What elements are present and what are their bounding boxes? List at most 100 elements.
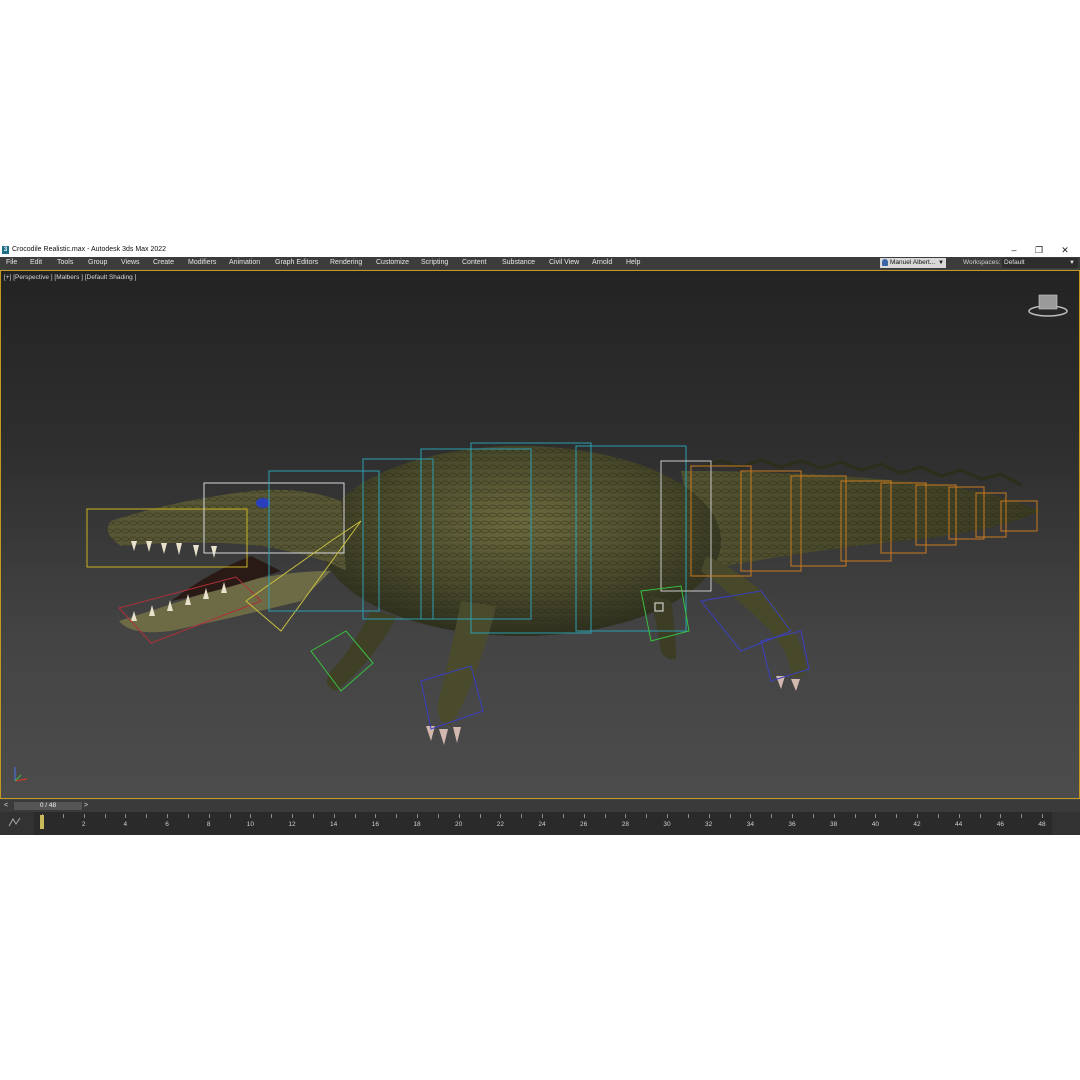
timeline-tick-label: 6 bbox=[165, 821, 169, 828]
menu-create[interactable]: Create bbox=[153, 259, 174, 266]
viewport-label[interactable]: [+] [Perspective ] [Malbers ] [Default S… bbox=[4, 274, 136, 281]
user-icon bbox=[882, 258, 888, 266]
timeline-tick bbox=[83, 814, 85, 818]
menu-group[interactable]: Group bbox=[88, 259, 107, 266]
workspaces-value: Default bbox=[1004, 259, 1025, 266]
timeline-tick bbox=[1000, 814, 1002, 818]
frame-counter: 0 / 48 bbox=[39, 802, 57, 809]
account-dropdown[interactable]: Manuel Albert... ▼ bbox=[880, 258, 946, 268]
timeline-tick-label: 34 bbox=[746, 821, 754, 828]
menu-edit[interactable]: Edit bbox=[30, 259, 42, 266]
app-window: 3 Crocodile Realistic.max - Autodesk 3ds… bbox=[0, 243, 1080, 835]
timeline-tick bbox=[708, 814, 710, 818]
timeline-tick bbox=[437, 814, 439, 818]
timeline-tick bbox=[771, 814, 773, 818]
timeline-tick-label: 18 bbox=[413, 821, 421, 828]
timeline-tick-label: 40 bbox=[871, 821, 879, 828]
timeline-tick-label: 2 bbox=[81, 821, 86, 828]
close-icon[interactable]: ✕ bbox=[1055, 244, 1075, 256]
previous-frame-button[interactable]: < bbox=[4, 802, 12, 810]
timeline-tick bbox=[729, 814, 731, 818]
timeline-tick bbox=[229, 814, 231, 818]
timeline-tick-label: 44 bbox=[955, 821, 963, 828]
menu-views[interactable]: Views bbox=[121, 259, 140, 266]
next-frame-button[interactable]: > bbox=[84, 802, 92, 810]
timeline-tick-label: 42 bbox=[913, 821, 921, 828]
timeline-tick-label: 32 bbox=[705, 821, 713, 828]
perspective-viewport[interactable]: [+] [Perspective ] [Malbers ] [Default S… bbox=[0, 270, 1080, 799]
window-title: Crocodile Realistic.max - Autodesk 3ds M… bbox=[12, 246, 167, 253]
timeline-tick bbox=[812, 814, 814, 818]
menu-graph-editors[interactable]: Graph Editors bbox=[275, 259, 318, 266]
timeline-tick bbox=[479, 814, 481, 818]
axis-tripod-icon bbox=[14, 767, 28, 782]
menu-substance[interactable]: Substance bbox=[502, 259, 535, 266]
current-frame-marker[interactable] bbox=[40, 815, 44, 829]
timeline-tick-label: 28 bbox=[621, 821, 629, 828]
track-bar[interactable]: 2 4 6 8 10 12 14 16 18 20 22 24 26 28 30 32 34 36 38 40 42 44… bbox=[0, 812, 1080, 835]
timeline-tick bbox=[167, 814, 168, 818]
menu-customize[interactable]: Customize bbox=[376, 259, 409, 266]
timeline-tick bbox=[583, 814, 585, 818]
timeline-tick bbox=[979, 814, 981, 818]
restore-icon[interactable]: ❐ bbox=[1029, 244, 1049, 256]
menu-arnold[interactable]: Arnold bbox=[592, 259, 612, 266]
timeline-tick-label: 38 bbox=[830, 821, 838, 828]
timeline-tick bbox=[500, 814, 502, 818]
crocodile-model-render[interactable] bbox=[1, 271, 1079, 798]
menu-animation[interactable]: Animation bbox=[229, 259, 260, 266]
curve-editor-icon[interactable] bbox=[6, 815, 28, 829]
timeline-tick bbox=[104, 814, 106, 818]
timeline-tick bbox=[625, 814, 627, 818]
timeline-tick bbox=[750, 814, 752, 818]
menu-modifiers[interactable]: Modifiers bbox=[188, 259, 216, 266]
viewcube-icon[interactable] bbox=[1027, 291, 1069, 319]
timeline-tick-label: 30 bbox=[663, 821, 671, 828]
menu-help[interactable]: Help bbox=[626, 259, 640, 266]
timeline-tick bbox=[562, 814, 564, 818]
timeline-tick bbox=[687, 814, 689, 818]
menu-tools[interactable]: Tools bbox=[57, 259, 73, 266]
app-logo-icon: 3 bbox=[2, 246, 9, 254]
timeline-tick bbox=[333, 814, 335, 818]
timeline-tick bbox=[146, 814, 148, 818]
menu-civil-view[interactable]: Civil View bbox=[549, 259, 579, 266]
timeline-tick bbox=[792, 814, 793, 818]
timeline-tick bbox=[312, 814, 314, 818]
timeline-tick bbox=[125, 814, 127, 818]
timeline-tick-label: 46 bbox=[996, 821, 1004, 828]
menu-rendering[interactable]: Rendering bbox=[330, 259, 362, 266]
timeline-tick bbox=[208, 814, 210, 818]
timeline-tick-label: 36 bbox=[788, 821, 796, 828]
time-slider[interactable]: < 0 / 48 > bbox=[0, 800, 1080, 812]
timeline-tick bbox=[292, 814, 293, 818]
timeline-tick bbox=[62, 814, 64, 818]
timeline-tick bbox=[458, 814, 460, 818]
timeline-tick-label: 26 bbox=[580, 821, 588, 828]
timeline-tick bbox=[854, 814, 856, 818]
timeline-tick bbox=[542, 814, 543, 818]
timeline-tick-label: 12 bbox=[288, 821, 296, 828]
workspaces-label: Workspaces: bbox=[963, 259, 1001, 266]
timeline-tick-label: 4 bbox=[123, 821, 128, 828]
title-bar: 3 Crocodile Realistic.max - Autodesk 3ds… bbox=[0, 243, 1080, 257]
chevron-down-icon: ▼ bbox=[1069, 260, 1075, 266]
menu-scripting[interactable]: Scripting bbox=[421, 259, 448, 266]
timeline-tick bbox=[646, 814, 648, 818]
timeline-tick bbox=[917, 814, 918, 818]
timeline-tick bbox=[375, 814, 377, 818]
timeline-tick bbox=[521, 814, 523, 818]
timeline-tick bbox=[1021, 814, 1023, 818]
timeline-tick bbox=[958, 814, 960, 818]
workspaces-select[interactable]: Default ▼ bbox=[1002, 258, 1078, 268]
timeline-tick-label: 48 bbox=[1038, 821, 1046, 828]
menu-bar: File Edit Tools Group Views Create Modif… bbox=[0, 257, 1080, 269]
menu-content[interactable]: Content bbox=[462, 259, 487, 266]
timeline-tick-label: 16 bbox=[371, 821, 379, 828]
timeline-ruler[interactable]: 2 4 6 8 10 12 14 16 18 20 22 24 26 28 30 32 34 36 38 40 42 44… bbox=[34, 812, 1052, 835]
menu-file[interactable]: File bbox=[6, 259, 17, 266]
minimize-icon[interactable]: – bbox=[1004, 244, 1024, 256]
timeline-tick bbox=[896, 814, 898, 818]
timeline-tick bbox=[354, 814, 356, 818]
timeline-tick bbox=[833, 814, 835, 818]
